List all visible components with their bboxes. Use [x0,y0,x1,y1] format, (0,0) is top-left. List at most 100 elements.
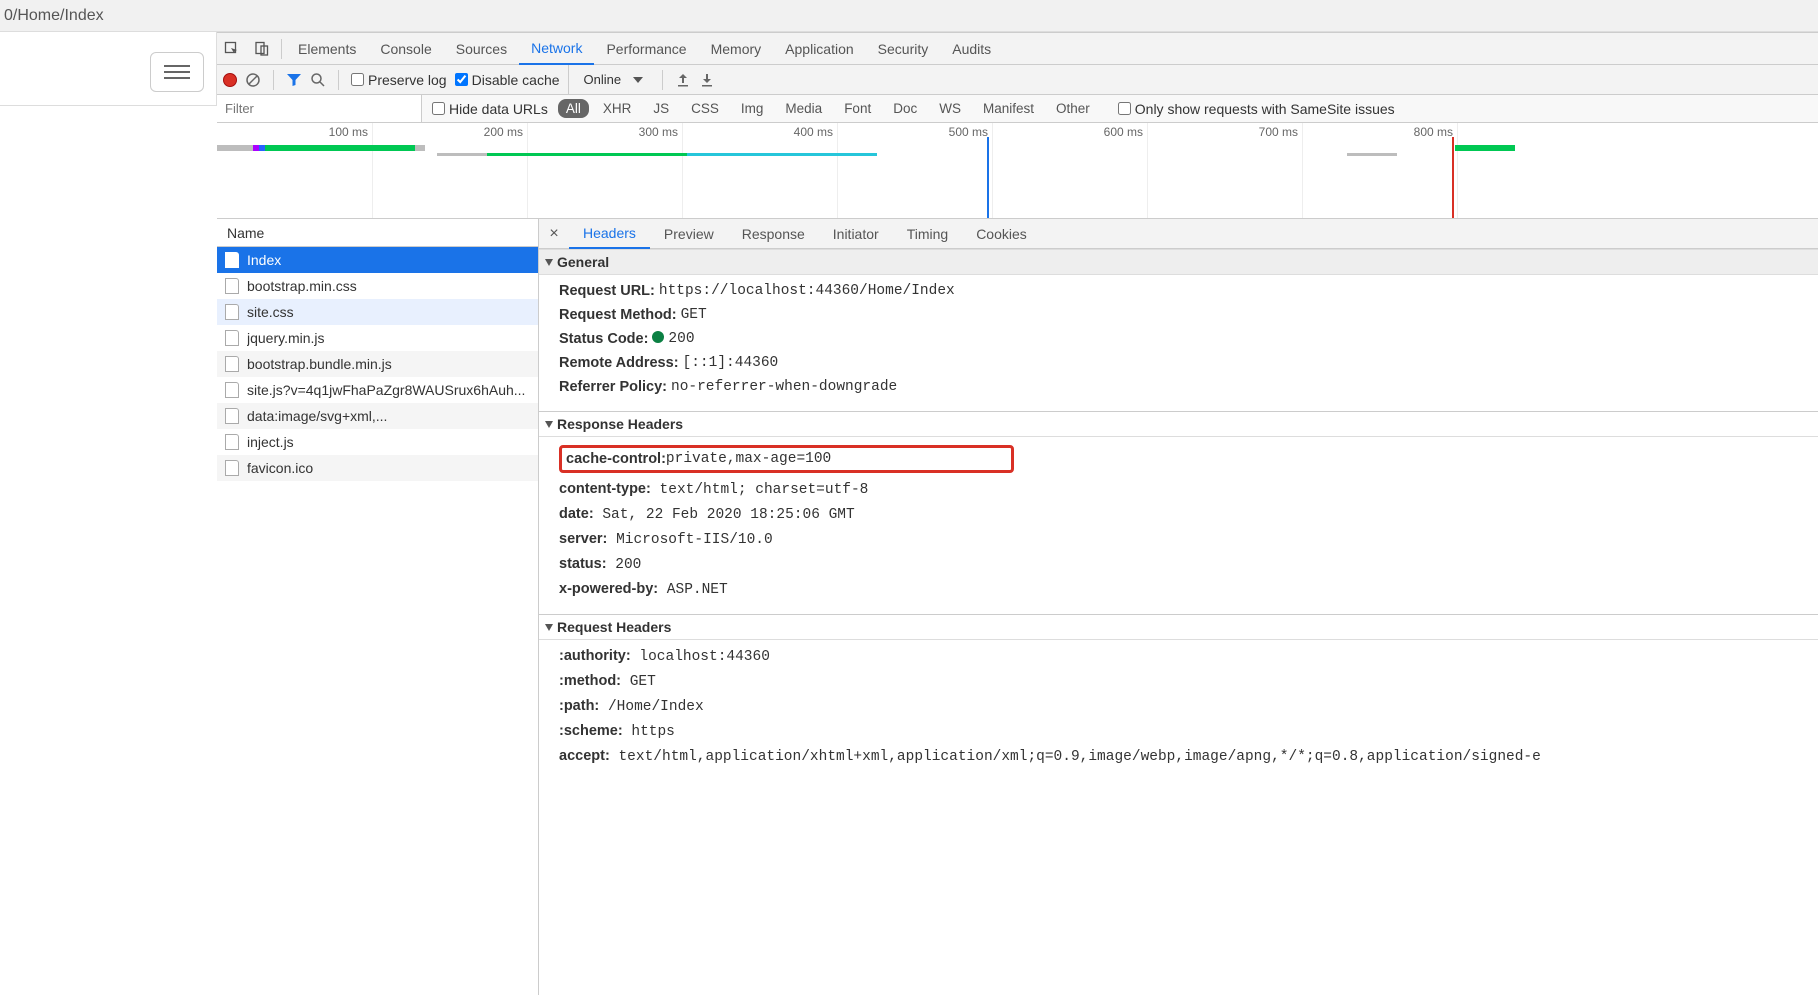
request-row[interactable]: Index [217,247,538,273]
filter-type-media[interactable]: Media [777,99,830,118]
tab-console[interactable]: Console [368,33,443,65]
details-tab-response[interactable]: Response [728,219,819,249]
filter-type-doc[interactable]: Doc [885,99,925,118]
tab-sources[interactable]: Sources [444,33,519,65]
disable-cache-checkbox[interactable]: Disable cache [455,72,560,88]
device-icon[interactable] [247,34,277,64]
file-icon [225,356,239,372]
details-tab-timing[interactable]: Timing [893,219,963,249]
header-value: private,max-age=100 [666,451,831,467]
request-details: × HeadersPreviewResponseInitiatorTimingC… [539,219,1818,995]
tab-audits[interactable]: Audits [940,33,1003,65]
header-value: localhost:44360 [631,649,770,665]
close-icon[interactable]: × [539,219,569,249]
request-row[interactable]: site.js?v=4q1jwFhaPaZgr8WAUSrux6hAuh... [217,377,538,403]
request-row[interactable]: bootstrap.min.css [217,273,538,299]
timeline-bar [1455,145,1515,151]
disable-cache-input[interactable] [455,73,468,86]
filter-type-manifest[interactable]: Manifest [975,99,1042,118]
details-tab-initiator[interactable]: Initiator [819,219,893,249]
header-row: cache-control: private,max-age=100 [559,441,1818,477]
clear-icon[interactable] [245,72,261,88]
filter-type-xhr[interactable]: XHR [595,99,640,118]
tab-network[interactable]: Network [519,33,594,65]
request-row[interactable]: jquery.min.js [217,325,538,351]
section-general[interactable]: General [539,249,1818,275]
record-button[interactable] [223,73,237,87]
samesite-input[interactable] [1118,102,1131,115]
hide-data-urls-label: Hide data URLs [449,101,548,117]
header-value: Microsoft-IIS/10.0 [607,532,772,548]
header-value: https [623,724,675,740]
tab-elements[interactable]: Elements [286,33,368,65]
header-row: :path: /Home/Index [559,694,1818,719]
details-tab-headers[interactable]: Headers [569,219,650,249]
tab-security[interactable]: Security [866,33,941,65]
tab-memory[interactable]: Memory [699,33,774,65]
filter-type-js[interactable]: JS [645,99,677,118]
timeline-bar [415,145,425,151]
filter-type-other[interactable]: Other [1048,99,1098,118]
network-toolbar: Preserve log Disable cache Online [217,65,1818,95]
preserve-log-input[interactable] [351,73,364,86]
header-value: Sat, 22 Feb 2020 18:25:06 GMT [594,507,855,523]
filter-type-font[interactable]: Font [836,99,879,118]
request-list: Name Indexbootstrap.min.csssite.cssjquer… [217,219,539,995]
request-name: inject.js [247,434,294,450]
timeline-tick-label: 200 ms [484,125,527,139]
file-icon [225,460,239,476]
timeline-overview[interactable]: 100 ms200 ms300 ms400 ms500 ms600 ms700 … [217,123,1818,219]
timeline-tick-label: 700 ms [1259,125,1302,139]
request-name: site.js?v=4q1jwFhaPaZgr8WAUSrux6hAuh... [247,382,525,398]
section-response-headers[interactable]: Response Headers [539,411,1818,437]
file-icon [225,408,239,424]
request-row[interactable]: bootstrap.bundle.min.js [217,351,538,377]
timeline-bar [437,153,487,156]
filter-input[interactable] [217,95,422,122]
separator [281,39,282,59]
request-list-header[interactable]: Name [217,219,538,247]
address-text: 0/Home/Index [4,7,104,25]
header-key: :authority: [559,648,631,664]
search-icon[interactable] [310,72,326,88]
tab-application[interactable]: Application [773,33,866,65]
details-tab-cookies[interactable]: Cookies [962,219,1041,249]
timeline-bar [687,153,877,156]
address-bar[interactable]: 0/Home/Index [0,0,1818,32]
timeline-tick [1302,123,1303,218]
section-request-headers[interactable]: Request Headers [539,614,1818,640]
upload-icon[interactable] [675,72,691,88]
download-icon[interactable] [699,72,715,88]
tab-performance[interactable]: Performance [594,33,698,65]
label: Remote Address: [559,355,679,371]
hamburger-button[interactable] [150,52,204,92]
header-key: date: [559,506,594,522]
samesite-label: Only show requests with SameSite issues [1135,101,1395,117]
request-row[interactable]: data:image/svg+xml,... [217,403,538,429]
request-row[interactable]: site.css [217,299,538,325]
hide-data-urls-input[interactable] [432,102,445,115]
request-row[interactable]: inject.js [217,429,538,455]
filter-type-img[interactable]: Img [733,99,772,118]
label: Request URL: [559,283,655,299]
preserve-log-checkbox[interactable]: Preserve log [351,72,447,88]
samesite-checkbox[interactable]: Only show requests with SameSite issues [1118,101,1395,117]
header-value: GET [621,674,656,690]
details-tab-preview[interactable]: Preview [650,219,728,249]
header-value: ASP.NET [658,582,728,598]
filter-icon[interactable] [286,72,302,88]
inspect-icon[interactable] [217,34,247,64]
value: GET [681,307,707,323]
filter-type-css[interactable]: CSS [683,99,727,118]
label: Request Method: [559,307,677,323]
filter-type-ws[interactable]: WS [931,99,969,118]
timeline-bar [1347,153,1397,156]
request-name: favicon.ico [247,460,313,476]
filter-type-all[interactable]: All [558,99,589,118]
throttle-select[interactable]: Online [568,65,651,94]
hide-data-urls-checkbox[interactable]: Hide data URLs [432,101,548,117]
filter-row: Hide data URLs All XHR JS CSS Img Media Font Do… [217,95,1818,123]
header-key: :path: [559,698,599,714]
header-row: date: Sat, 22 Feb 2020 18:25:06 GMT [559,502,1818,527]
request-row[interactable]: favicon.ico [217,455,538,481]
